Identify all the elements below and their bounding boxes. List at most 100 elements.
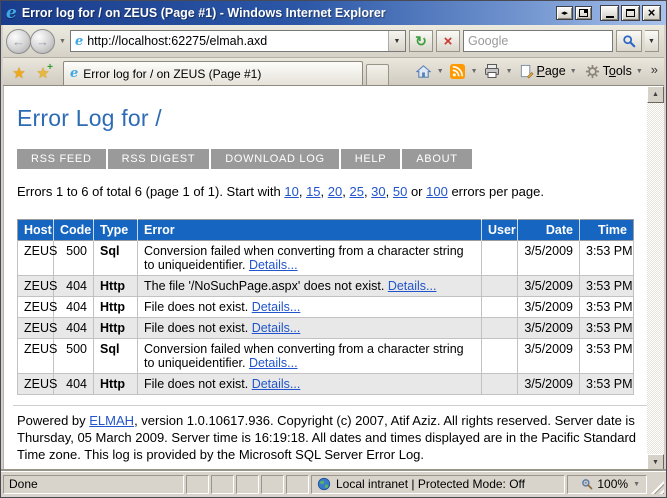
cell-host: ZEUS (17, 373, 57, 395)
cell-code: 404 (53, 373, 94, 395)
cell-date: 3/5/2009 (517, 317, 580, 339)
pager-links: 10, 15, 20, 25, 30, 50 or 100 (284, 184, 448, 199)
window-buttons: ◂▸ × (556, 5, 661, 21)
elmah-link[interactable]: ELMAH (89, 413, 134, 428)
cell-date: 3/5/2009 (517, 275, 580, 297)
stop-button[interactable]: × (436, 30, 460, 52)
page-icon (520, 64, 533, 78)
star-icon: ★ (12, 65, 26, 82)
footer-text: Powered by ELMAH, version 1.0.10617.936.… (17, 412, 647, 463)
stop-icon: × (443, 32, 453, 50)
cell-date: 3/5/2009 (517, 240, 580, 276)
popout-button[interactable] (575, 6, 592, 20)
home-icon (415, 64, 431, 78)
search-input[interactable] (468, 34, 612, 48)
printer-icon (484, 64, 499, 78)
minimize-button[interactable] (600, 5, 619, 21)
resize-grip[interactable] (649, 479, 664, 494)
nav-item-help[interactable]: HELP (340, 149, 401, 169)
cell-time: 3:53 PM (579, 296, 634, 318)
error-message: File does not exist. (144, 377, 252, 391)
page-menu-button[interactable]: Page ▼ (517, 62, 580, 81)
tab-error-log[interactable]: e Error log for / on ZEUS (Page #1) (63, 61, 363, 85)
address-input[interactable] (87, 34, 384, 48)
maximize-button[interactable] (621, 5, 640, 21)
cell-time: 3:53 PM (579, 275, 634, 297)
close-button[interactable]: × (642, 5, 661, 21)
nav-item-rss-digest[interactable]: RSS DIGEST (107, 149, 210, 169)
nav-item-about[interactable]: ABOUT (402, 149, 472, 169)
page-size-link-100[interactable]: 100 (426, 184, 448, 199)
tools-menu-label: Tools (602, 64, 632, 78)
scroll-down-icon: ▼ (652, 459, 659, 466)
arrows-button[interactable]: ◂▸ (556, 6, 573, 20)
details-link[interactable]: Details... (252, 300, 301, 314)
pager-prefix: Errors 1 to 6 of total 6 (page 1 of 1). … (17, 184, 285, 199)
col-header-user: User (481, 219, 518, 241)
nav-item-download-log[interactable]: DOWNLOAD LOG (211, 149, 339, 169)
details-link[interactable]: Details... (252, 377, 301, 391)
cell-user (481, 296, 518, 318)
add-favorite-button[interactable]: ★ + (31, 62, 55, 85)
new-tab-button[interactable] (366, 64, 389, 85)
page-title: Error Log for / (17, 105, 162, 131)
maximize-icon (626, 9, 635, 17)
favorites-center-button[interactable]: ★ (7, 62, 31, 85)
error-message: File does not exist. (144, 321, 252, 335)
search-options-dropdown[interactable]: ▼ (645, 30, 659, 52)
ie-logo-icon: e (6, 2, 17, 23)
search-box (463, 30, 613, 52)
forward-button[interactable]: → (30, 28, 55, 54)
chevron-down-icon: ▼ (635, 67, 643, 75)
page-size-link-50[interactable]: 50 (393, 184, 407, 199)
home-button[interactable] (414, 62, 433, 81)
page-size-link-20[interactable]: 20 (328, 184, 342, 199)
feeds-button[interactable] (448, 62, 467, 81)
cell-code: 500 (53, 240, 94, 276)
zoom-level: 100% (597, 477, 629, 491)
page-size-link-15[interactable]: 15 (306, 184, 320, 199)
details-link[interactable]: Details... (252, 321, 301, 335)
scroll-up-button[interactable]: ▲ (647, 86, 664, 103)
cell-error: Conversion failed when converting from a… (137, 240, 482, 276)
page-size-link-10[interactable]: 10 (284, 184, 298, 199)
back-button[interactable]: ← (6, 28, 31, 54)
nav-item-rss-feed[interactable]: RSS FEED (17, 149, 106, 169)
zoom-control[interactable]: 100% ▼ (567, 474, 647, 494)
refresh-button[interactable]: ↻ (409, 30, 433, 52)
feeds-dropdown[interactable]: ▼ (470, 68, 479, 75)
search-button[interactable] (616, 30, 642, 52)
security-zone-panel: Local intranet | Protected Mode: Off (311, 474, 565, 494)
print-button[interactable] (482, 61, 502, 81)
cell-code: 404 (53, 275, 94, 297)
scroll-down-button[interactable]: ▼ (647, 454, 664, 471)
cell-time: 3:53 PM (579, 373, 634, 395)
cell-error: File does not exist. Details... (137, 296, 482, 318)
pager-line: Errors 1 to 6 of total 6 (page 1 of 1). … (17, 184, 639, 199)
globe-icon (317, 477, 331, 491)
refresh-icon: ↻ (415, 33, 427, 49)
error-message: File does not exist. (144, 300, 252, 314)
details-link[interactable]: Details... (249, 356, 298, 370)
cell-host: ZEUS (17, 275, 57, 297)
address-dropdown-button[interactable]: ▼ (388, 31, 405, 51)
details-link[interactable]: Details... (388, 279, 437, 293)
status-panel (261, 474, 284, 494)
tab-favicon-icon: e (70, 66, 79, 81)
close-icon: × (647, 5, 656, 20)
recent-pages-dropdown[interactable]: ▼ (58, 38, 67, 45)
home-dropdown[interactable]: ▼ (436, 68, 445, 75)
cell-code: 500 (53, 338, 94, 374)
tools-menu-button[interactable]: Tools ▼ (583, 62, 646, 81)
page-size-link-25[interactable]: 25 (349, 184, 363, 199)
popout-window-icon (579, 9, 588, 17)
cell-date: 3/5/2009 (517, 373, 580, 395)
print-dropdown[interactable]: ▼ (505, 68, 514, 75)
zoom-dropdown[interactable]: ▼ (632, 481, 641, 488)
page-size-link-30[interactable]: 30 (371, 184, 385, 199)
cell-user (481, 240, 518, 276)
more-commands-chevron[interactable]: » (649, 62, 660, 81)
vertical-scrollbar[interactable]: ▲ ▼ (647, 86, 664, 471)
rss-feeds-icon (449, 63, 465, 79)
details-link[interactable]: Details... (249, 258, 298, 272)
